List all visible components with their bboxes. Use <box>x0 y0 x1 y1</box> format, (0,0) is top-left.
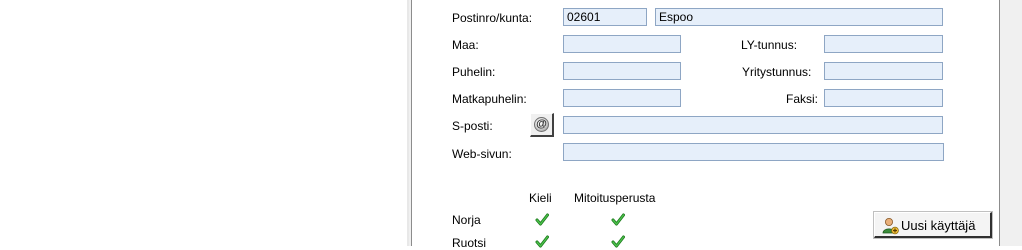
postinro-label: Postinro/kunta: <box>452 11 533 25</box>
at-sign-icon: @ <box>534 117 549 132</box>
faksi-input[interactable] <box>824 89 943 107</box>
sposti-label: S-posti: <box>452 119 493 133</box>
yritystunnus-input[interactable] <box>824 62 943 80</box>
kieli-check-icon[interactable] <box>535 235 549 249</box>
add-user-icon <box>882 218 899 235</box>
maa-label: Maa: <box>452 38 479 52</box>
left-panel <box>0 0 408 246</box>
puhelin-label: Puhelin: <box>452 65 496 79</box>
col-header-kieli: Kieli <box>529 191 552 205</box>
yritystunnus-label: Yritystunnus: <box>742 65 812 79</box>
language-row-label: Ruotsi <box>452 236 487 250</box>
matkapuhelin-input[interactable] <box>563 89 681 107</box>
maa-input[interactable] <box>563 35 681 53</box>
websivu-input[interactable] <box>563 143 944 161</box>
sposti-input[interactable] <box>563 116 943 134</box>
websivu-label: Web-sivun: <box>452 147 512 161</box>
col-header-mitoitusperusta: Mitoitusperusta <box>574 191 656 205</box>
mitoitusperusta-check-icon[interactable] <box>611 213 625 227</box>
puhelin-input[interactable] <box>563 62 681 80</box>
lytunnus-label: LY-tunnus: <box>741 38 798 52</box>
right-margin <box>1000 0 1022 246</box>
new-user-button[interactable]: Uusi käyttäjä <box>873 211 993 239</box>
contact-form: Postinro/kunta: Maa: LY-tunnus: Puhelin:… <box>411 0 1000 250</box>
matkapuhelin-label: Matkapuhelin: <box>452 92 527 106</box>
kieli-check-icon[interactable] <box>535 213 549 227</box>
postinro-input[interactable] <box>563 8 647 26</box>
new-user-label: Uusi käyttäjä <box>901 218 976 233</box>
faksi-label: Faksi: <box>786 92 819 106</box>
lytunnus-input[interactable] <box>824 35 943 53</box>
mitoitusperusta-check-icon[interactable] <box>611 235 625 249</box>
kunta-input[interactable] <box>655 8 943 26</box>
send-email-button[interactable]: @ <box>530 113 554 137</box>
language-row-label: Norja <box>452 213 481 227</box>
